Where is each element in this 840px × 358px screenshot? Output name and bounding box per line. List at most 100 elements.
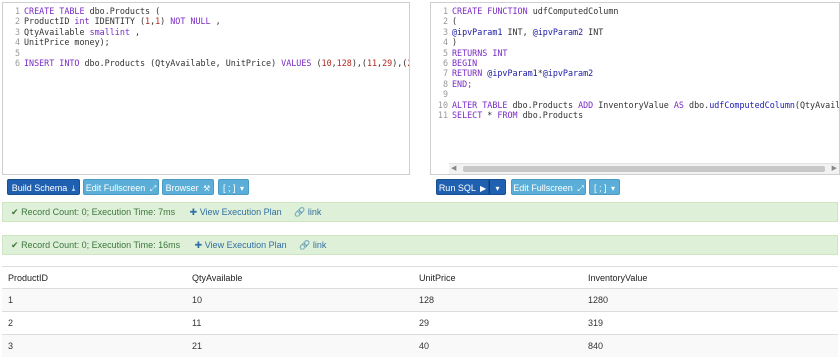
code-line[interactable]: 6 INSERT INTO dbo.Products (QtyAvailable,… [3, 57, 409, 68]
code-token: 10 [321, 57, 332, 68]
table-cell: 840 [582, 334, 838, 357]
code-line[interactable]: 4 UnitPrice money); [3, 37, 409, 48]
code-line[interactable]: 8 END; [431, 78, 839, 89]
scroll-left-icon[interactable]: ◀ [451, 164, 456, 174]
query-status-text: Record Count: 0; Execution Time: 16ms [21, 240, 181, 250]
code-token: @ipvParam1 [487, 68, 538, 79]
code-token: ( [452, 16, 458, 27]
code-line[interactable]: 1 CREATE FUNCTION udfComputedColumn [431, 6, 839, 16]
code-line[interactable]: 9 [431, 89, 839, 100]
build-schema-button[interactable]: Build Schema ⤓ [7, 179, 80, 195]
line-number: 2 [14, 16, 20, 27]
scrollbar-thumb[interactable] [463, 166, 825, 172]
table-cell: 3 [2, 334, 186, 357]
line-number: 2 [442, 16, 448, 27]
code-token: INT, [502, 26, 533, 37]
query-code[interactable]: 1 CREATE FUNCTION udfComputedColumn 2(3 @ip… [431, 6, 840, 120]
check-icon: ✔ [11, 240, 19, 250]
code-token: SELECT [452, 109, 483, 120]
check-icon: ✔ [11, 207, 19, 217]
query-view-plan-label: View Execution Plan [204, 240, 287, 250]
code-token: 21 [407, 58, 409, 68]
table-cell: 128 [413, 288, 582, 312]
code-line[interactable]: 11 SELECT * FROM dbo.Products [431, 109, 839, 120]
query-result-bar: ✔ Record Count: 0; Execution Time: 16ms … [2, 235, 838, 255]
scroll-right-icon[interactable]: ▶ [832, 164, 837, 174]
delimiter-dropdown[interactable]: [ ; ] ▾ [218, 179, 249, 195]
edit-fullscreen-button[interactable]: Edit Fullscreen ⤢ [83, 179, 159, 195]
code-token: int [74, 16, 90, 27]
code-line[interactable]: 6 BEGIN [431, 58, 839, 68]
query-view-plan-link[interactable]: ✚ View Execution Plan [195, 236, 287, 254]
code-token: @ipvParam2 [542, 68, 594, 79]
line-number: 4 [14, 37, 20, 48]
code-line[interactable]: 2 ProductID int IDENTITY (1,1) NOT NULL , [3, 16, 409, 27]
line-number: 7 [442, 68, 448, 79]
code-token: dbo.Products ( [89, 6, 161, 16]
line-number: 1 [14, 6, 20, 16]
code-token: (QtyAvailable,UnitPri [794, 99, 840, 110]
line-number: 8 [442, 78, 448, 89]
code-line[interactable]: 4) [431, 37, 839, 47]
line-number: 11 [437, 109, 448, 120]
line-number: 6 [14, 57, 20, 68]
caret-down-icon: ▾ [495, 184, 500, 193]
plus-icon: ✚ [194, 240, 203, 250]
code-token: QtyAvailable [24, 26, 90, 37]
table-cell: 40 [413, 334, 582, 357]
table-cell: 1280 [582, 288, 838, 312]
plus-icon: ✚ [189, 207, 198, 217]
schema-status-text: Record Count: 0; Execution Time: 7ms [21, 207, 176, 217]
run-sql-dropdown[interactable]: ▾ [489, 179, 506, 195]
code-token: NOT NULL [170, 16, 211, 27]
edit-fullscreen-button-2[interactable]: Edit Fullscreen ⤢ [511, 179, 586, 195]
code-token: dbo.Products [517, 109, 584, 120]
run-sql-button[interactable]: Run SQL ▶ [436, 179, 489, 195]
table-cell: 29 [413, 311, 582, 335]
code-token: CREATE FUNCTION [452, 6, 533, 16]
run-sql-label: Run SQL [438, 183, 476, 193]
query-editor[interactable]: 1 CREATE FUNCTION udfComputedColumn 2(3 @ip… [430, 2, 840, 175]
schema-view-plan-link[interactable]: ✚ View Execution Plan [190, 203, 282, 221]
column-header-unitprice: UnitPrice [413, 266, 582, 289]
code-line[interactable]: 5 RETURNS INT [431, 47, 839, 58]
code-token: RETURN [452, 68, 488, 79]
schema-link[interactable]: 🔗 link [294, 203, 321, 221]
link-icon: 🔗 [299, 240, 311, 250]
line-number: 10 [437, 99, 448, 110]
results-table: ProductID QtyAvailable UnitPrice Invento… [2, 266, 838, 357]
query-link[interactable]: 🔗 link [299, 236, 326, 254]
code-token: FROM [497, 109, 518, 120]
column-header-productid: ProductID [2, 266, 186, 289]
code-line[interactable]: 1 CREATE TABLE dbo.Products ( [3, 6, 409, 16]
line-number: 9 [442, 89, 448, 100]
code-line[interactable]: 3 @ipvParam1 INT, @ipvParam2 INT [431, 26, 839, 37]
code-token: dbo.Products [512, 99, 579, 110]
code-token: RETURNS INT [452, 47, 508, 58]
schema-code[interactable]: 1 CREATE TABLE dbo.Products (2 ProductID i… [3, 6, 409, 68]
table-cell: 11 [186, 311, 413, 335]
code-token: ),( [392, 57, 408, 68]
code-line[interactable]: 10 ALTER TABLE dbo.Products ADD Inventory… [431, 99, 840, 110]
horizontal-scrollbar[interactable]: ◀ ▶ [449, 163, 839, 174]
code-token: dbo.Products (QtyAvailable, UnitPrice) [84, 57, 282, 68]
code-token: AS [673, 99, 690, 110]
expand-icon: ⤢ [149, 184, 157, 193]
code-line[interactable]: 5 [3, 47, 409, 58]
code-line[interactable]: 7 RETURN @ipvParam1*@ipvParam2 [431, 68, 839, 79]
code-line[interactable]: 2( [431, 16, 839, 27]
code-token: dbo. [689, 99, 710, 110]
code-line[interactable]: 3 QtyAvailable smallint , [3, 26, 409, 37]
edit-fullscreen-label-2: Edit Fullscreen [513, 183, 573, 193]
schema-editor[interactable]: 1 CREATE TABLE dbo.Products (2 ProductID i… [2, 2, 410, 175]
table-row: 2 11 29 319 [2, 311, 838, 335]
edit-fullscreen-label: Edit Fullscreen [85, 183, 146, 193]
code-token: smallint [89, 26, 130, 37]
browser-button[interactable]: Browser ⚒ [162, 179, 214, 195]
schema-result-bar: ✔ Record Count: 0; Execution Time: 7ms ✚… [2, 202, 838, 222]
results-header-row: ProductID QtyAvailable UnitPrice Invento… [2, 266, 838, 289]
line-number: 5 [14, 47, 20, 58]
delimiter-dropdown-2[interactable]: [ ; ] ▾ [589, 179, 620, 195]
code-token: * [482, 109, 498, 120]
line-number: 3 [442, 26, 448, 37]
